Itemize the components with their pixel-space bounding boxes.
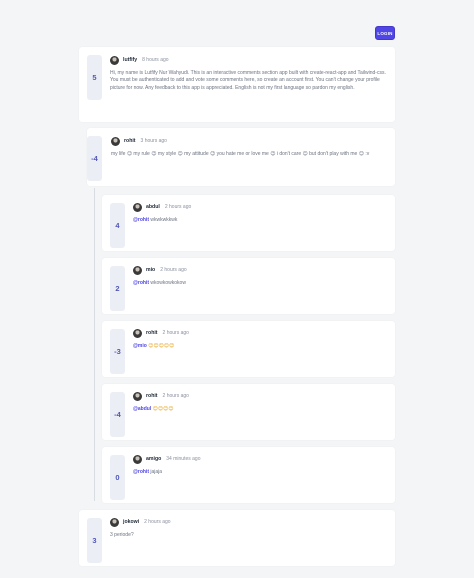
thread-line [94,188,95,501]
reply-text: @abdul 😊😊😊😊 [133,406,383,413]
username: rohit [124,138,136,144]
reply-body: wkwkwkkwk [148,217,178,223]
reply-card: -3 rohit 2 hours ago @mio 😊😊😊😊😊 [102,321,395,377]
mention-link[interactable]: @rohit [133,217,149,223]
avatar [110,517,119,527]
reply-body: 😊😊😊😊 [151,406,174,412]
reply-body: 😊😊😊😊😊 [146,343,175,349]
vote-score[interactable]: 5 [87,55,102,100]
timestamp: 2 hours ago [164,204,192,210]
login-button[interactable]: LOGIN [375,26,395,40]
timestamp: 2 hours ago [160,267,187,273]
reply-card: 4 abdul 2 hours ago @rohit wkwkwkkwk [102,195,395,251]
reply-body: jajaja [148,469,163,475]
mention-link[interactable]: @abdul [133,406,151,412]
timestamp: 34 minutes ago [166,456,201,462]
comment-card: 3 jokowi 2 hours ago 3 periode? [79,510,395,566]
reply-card: 2 mio 2 hours ago @rohit wkowkowkokow [102,258,395,314]
username: mio [146,267,156,273]
reply-card: 0 amigo 34 minutes ago @rohit jajaja [102,447,395,503]
avatar [133,202,142,212]
mention-link[interactable]: @rohit [133,280,149,286]
username: abdul [146,204,160,210]
reply-text: @mio 😊😊😊😊😊 [133,343,383,350]
mention-link[interactable]: @rohit [133,469,149,475]
vote-score[interactable]: 0 [110,455,125,500]
timestamp: 8 hours ago [142,57,169,63]
reply-text: @rohit wkwkwkkwk [133,217,383,224]
avatar [133,391,142,401]
comment-text: my life 😉 my rule 😉 my style 😉 my attitu… [111,151,370,157]
username: amigo [146,456,162,462]
reply-card: -4 rohit 2 hours ago @abdul 😊😊😊😊 [102,384,395,440]
username: rohit [146,330,158,336]
username: jokowi [123,519,140,525]
avatar [111,136,120,146]
comment-text: 3 periode? [110,532,134,538]
comment-card: -4 rohit 3 hours ago my life 😉 my rule 😉… [87,128,395,186]
vote-score[interactable]: 3 [87,518,102,563]
vote-score[interactable]: -4 [87,136,102,181]
username: rohit [146,393,158,399]
avatar [133,265,142,275]
vote-score[interactable]: 4 [110,203,125,248]
vote-score[interactable]: 2 [110,266,125,311]
comment-text: Hi, my name is Lutfify Nur Wahyudi. This… [110,70,386,91]
timestamp: 2 hours ago [162,330,189,336]
comment-card: 5 lutfify 8 hours ago Hi, my name is Lut… [79,47,395,122]
avatar [133,454,142,464]
timestamp: 2 hours ago [144,519,171,525]
mention-link[interactable]: @mio [133,343,147,349]
reply-text: @rohit jajaja [133,469,383,476]
vote-score[interactable]: -3 [110,329,125,374]
reply-body: wkowkowkokow [148,280,186,286]
timestamp: 2 hours ago [162,393,189,399]
avatar [133,328,142,338]
username: lutfify [123,57,138,63]
reply-text: @rohit wkowkowkokow [133,280,383,287]
vote-score[interactable]: -4 [110,392,125,437]
avatar [110,55,119,65]
timestamp: 3 hours ago [140,138,167,144]
